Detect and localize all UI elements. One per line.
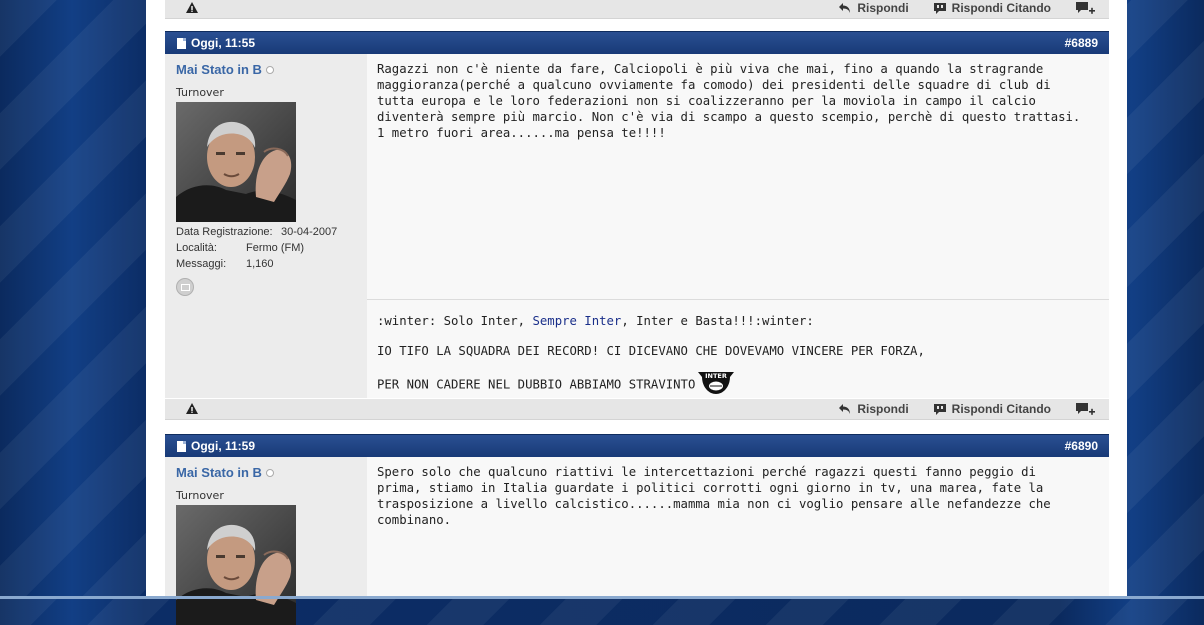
inter-badge-icon: INTER: [697, 370, 735, 400]
reply-arrow-icon: [839, 3, 851, 13]
post-date: Oggi, 11:59: [177, 439, 255, 453]
registration-value: 30-04-2007: [281, 226, 338, 238]
reply-button[interactable]: Rispondi: [838, 402, 909, 416]
quote-reply-button[interactable]: Rispondi Citando: [933, 1, 1051, 15]
reply-button[interactable]: Rispondi: [838, 1, 909, 15]
post-date-label: Oggi, 11:59: [191, 439, 256, 453]
messages-info: Messaggi: 1,160: [176, 258, 274, 270]
post-actionbar-prev: Rispondi Rispondi Citando: [165, 0, 1109, 19]
offline-status-icon: [265, 65, 274, 74]
registration-info: Data Registrazione: 30-04-2007: [176, 226, 337, 238]
post-date-label: Oggi, 11:55: [191, 36, 256, 50]
registration-label: Data Registrazione:: [176, 226, 273, 238]
location-label: Località:: [176, 242, 217, 254]
location-value: Fermo (FM): [246, 242, 305, 254]
quote-reply-label: Rispondi Citando: [951, 1, 1051, 15]
sig-text-1: :winter: Solo Inter,: [377, 314, 533, 328]
inter-badge-text: INTER: [705, 372, 727, 380]
offline-status-icon: [265, 468, 274, 477]
username-link[interactable]: Mai Stato in B: [176, 62, 274, 77]
reply-arrow-icon: [839, 404, 851, 414]
signature-line-1: :winter: Solo Inter, Sempre Inter, Inter…: [377, 313, 814, 329]
report-warning-icon[interactable]: [185, 402, 199, 416]
user-title: Turnover: [176, 489, 224, 502]
post-body: Spero solo che qualcuno riattivi le inte…: [367, 457, 1109, 599]
multi-quote-plus-icon: [1076, 403, 1095, 415]
user-info-panel: Mai Stato in B Turnover Data Registrazio…: [165, 54, 367, 398]
avatar[interactable]: [176, 102, 296, 222]
signature: :winter: Solo Inter, Sempre Inter, Inter…: [367, 299, 1109, 399]
post-message-text: Ragazzi non c'è niente da fare, Calciopo…: [377, 62, 1088, 140]
quote-reply-button[interactable]: Rispondi Citando: [933, 402, 1051, 416]
post-doc-icon: [177, 37, 186, 49]
messages-value: 1,160: [246, 258, 274, 270]
sempre-inter-link[interactable]: Sempre Inter: [532, 314, 621, 328]
post-body: Ragazzi non c'è niente da fare, Calciopo…: [367, 54, 1109, 398]
username-link[interactable]: Mai Stato in B: [176, 465, 274, 480]
post-number-link[interactable]: #6890: [1065, 439, 1098, 453]
quote-bubble-icon: [933, 403, 946, 415]
signature-line-3: PER NON CADERE NEL DUBBIO ABBIAMO STRAVI…: [377, 370, 735, 400]
reply-label: Rispondi: [857, 402, 909, 416]
post-actionbar: Rispondi Rispondi Citando: [165, 399, 1109, 420]
avatar[interactable]: [176, 505, 296, 625]
report-warning-icon[interactable]: [185, 1, 199, 15]
messages-label: Messaggi:: [176, 258, 227, 270]
multi-quote-button[interactable]: [1075, 1, 1095, 15]
avatar-image: [176, 505, 296, 625]
username-label: Mai Stato in B: [176, 465, 262, 480]
avatar-image: [176, 102, 296, 222]
post-number-link[interactable]: #6889: [1065, 36, 1098, 50]
multi-quote-button[interactable]: [1075, 402, 1095, 416]
quote-bubble-icon: [933, 2, 946, 14]
user-info-panel: Mai Stato in B Turnover: [165, 457, 367, 625]
sig-text-3: PER NON CADERE NEL DUBBIO ABBIAMO STRAVI…: [377, 377, 696, 392]
signature-line-2: IO TIFO LA SQUADRA DEI RECORD! CI DICEVA…: [377, 344, 925, 358]
reply-label: Rispondi: [857, 1, 909, 15]
post-doc-icon: [177, 440, 186, 452]
user-title: Turnover: [176, 86, 224, 99]
post-date: Oggi, 11:55: [177, 36, 255, 50]
private-message-icon[interactable]: [176, 278, 194, 296]
multi-quote-plus-icon: [1076, 2, 1095, 14]
quote-reply-label: Rispondi Citando: [951, 402, 1051, 416]
post-header: Oggi, 11:59 #6890: [165, 434, 1109, 457]
post-header: Oggi, 11:55 #6889: [165, 31, 1109, 54]
sig-text-2: , Inter e Basta!!!:winter:: [621, 314, 814, 328]
post-message-text: Spero solo che qualcuno riattivi le inte…: [377, 465, 1059, 527]
username-label: Mai Stato in B: [176, 62, 262, 77]
location-info: Località: Fermo (FM): [176, 242, 304, 254]
